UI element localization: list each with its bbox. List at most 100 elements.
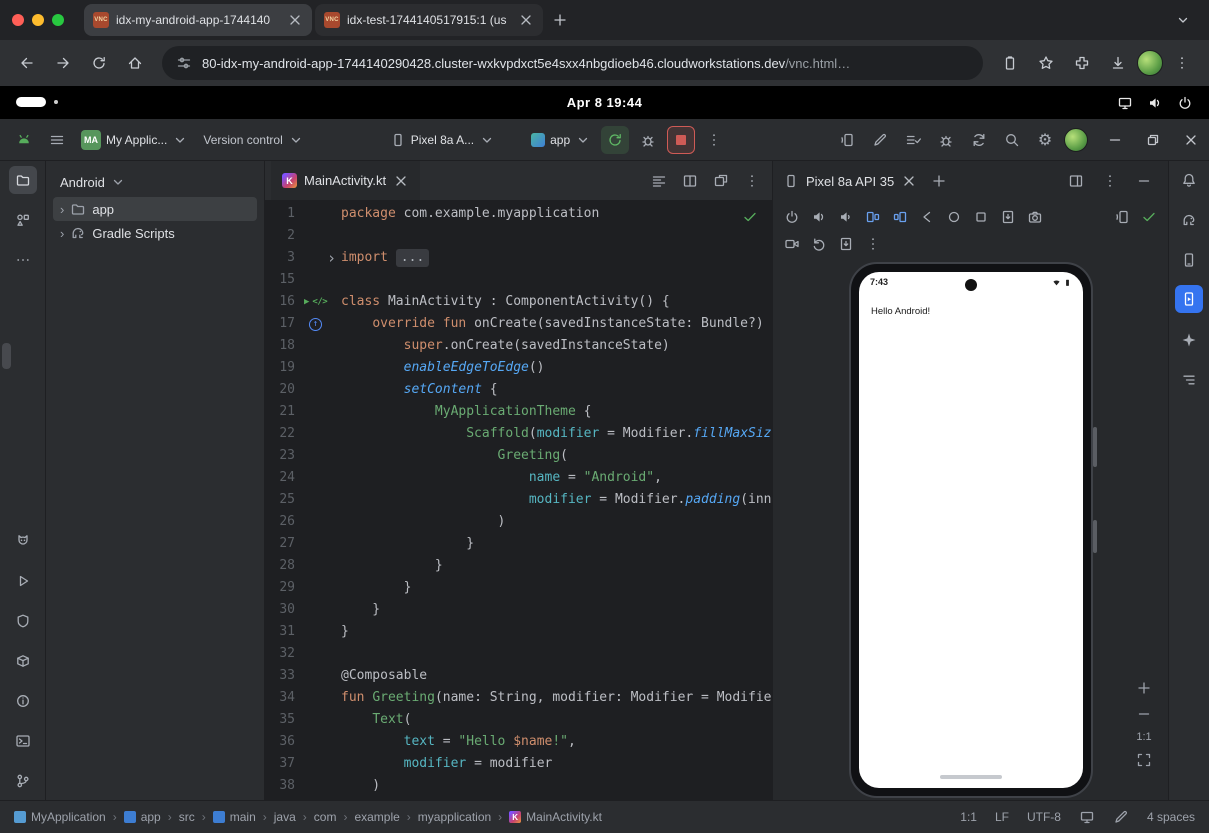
screenshot-button[interactable] <box>995 204 1021 230</box>
app-inspection-tool-button[interactable] <box>9 647 37 675</box>
emulator-screen[interactable]: 7:43 Hello Android! <box>859 272 1083 788</box>
code-editor[interactable]: 1package com.example.myapplication23›imp… <box>265 201 772 800</box>
device-more-button[interactable] <box>860 231 886 257</box>
device-tab-close-button[interactable] <box>901 173 917 189</box>
reload-button[interactable] <box>82 46 116 80</box>
tab-close-button[interactable] <box>287 12 303 28</box>
browser-menu-button[interactable] <box>1165 46 1199 80</box>
back-button[interactable] <box>10 46 44 80</box>
display-mode-button[interactable] <box>1109 204 1135 230</box>
zoom-out-button[interactable] <box>1134 705 1154 723</box>
device-power-button[interactable] <box>779 204 805 230</box>
fold-right-button[interactable] <box>887 204 913 230</box>
hide-panel-button[interactable] <box>1130 167 1158 195</box>
add-device-button[interactable] <box>925 167 953 195</box>
compose-gutter-icon[interactable]: </> <box>312 291 327 313</box>
problems-tool-button[interactable] <box>9 687 37 715</box>
resource-manager-tool-button[interactable] <box>9 206 37 234</box>
app-quality-insights-tool-button[interactable] <box>9 607 37 635</box>
project-view-selector[interactable]: Android <box>46 167 264 197</box>
logcat-tool-button[interactable] <box>9 526 37 554</box>
expand-chevron-icon[interactable]: › <box>60 227 64 240</box>
new-tab-button[interactable] <box>546 6 574 34</box>
gutter-slot[interactable]: ↑ <box>295 313 341 335</box>
camera-button[interactable] <box>1022 204 1048 230</box>
browser-tab-inactive[interactable]: VNC idx-test-1744140517915:1 (us <box>315 4 543 36</box>
ide-profile-avatar[interactable] <box>1064 128 1088 152</box>
browser-tab-active[interactable]: VNC idx-my-android-app-1744140 <box>84 4 312 36</box>
file-encoding[interactable]: UTF-8 <box>1027 810 1061 824</box>
inspections-ok-icon[interactable] <box>742 209 758 233</box>
expand-chevron-icon[interactable]: › <box>60 203 64 216</box>
override-gutter-icon[interactable]: ↑ <box>309 318 322 331</box>
android-overview-button[interactable] <box>968 204 994 230</box>
share-clipboard-button[interactable] <box>993 46 1027 80</box>
tool-window-handle[interactable] <box>2 343 11 369</box>
gemini-button[interactable] <box>866 126 894 154</box>
breadcrumb-item[interactable]: src <box>179 810 195 824</box>
remote-display-icon[interactable] <box>1079 809 1095 825</box>
android-back-button[interactable] <box>914 204 940 230</box>
main-menu-button[interactable] <box>43 126 71 154</box>
gradle-sync-button[interactable] <box>965 126 993 154</box>
more-run-actions-button[interactable] <box>700 126 728 154</box>
volume-up-button[interactable] <box>806 204 832 230</box>
panel-options-button[interactable] <box>1096 167 1124 195</box>
restore-icon[interactable] <box>1145 132 1161 148</box>
address-bar[interactable]: 80-idx-my-android-app-1744140290428.clus… <box>162 46 983 80</box>
editor-tab-mainactivity[interactable]: K MainActivity.kt <box>271 161 420 200</box>
gutter-slot[interactable]: › <box>295 247 341 269</box>
volume-down-button[interactable] <box>833 204 859 230</box>
device-tab[interactable]: Pixel 8a API 35 <box>783 173 917 189</box>
gradle-tool-button[interactable] <box>1175 206 1203 234</box>
device-streaming-button[interactable] <box>833 126 861 154</box>
device-selector[interactable]: Pixel 8a A... <box>385 126 500 154</box>
forward-button[interactable] <box>46 46 80 80</box>
caret-position[interactable]: 1:1 <box>960 810 977 824</box>
run-tool-button[interactable] <box>9 567 37 595</box>
project-tool-button[interactable] <box>9 166 37 194</box>
run-button[interactable] <box>601 126 629 154</box>
minimize-icon[interactable] <box>1107 132 1123 148</box>
breadcrumb-item[interactable]: myapplication <box>418 810 491 824</box>
breadcrumb-item[interactable]: app <box>124 810 161 824</box>
reset-view-button[interactable] <box>806 231 832 257</box>
line-separator[interactable]: LF <box>995 810 1009 824</box>
extensions-button[interactable] <box>1065 46 1099 80</box>
version-control-tool-button[interactable] <box>9 767 37 795</box>
project-tree-item-app[interactable]: › app <box>53 197 257 221</box>
vcs-widget[interactable]: Version control <box>198 126 308 154</box>
layout-options-button[interactable] <box>1062 167 1090 195</box>
gemini-tool-button[interactable] <box>1175 326 1203 354</box>
structure-tool-button[interactable] <box>1175 366 1203 394</box>
breadcrumb-item[interactable]: KMainActivity.kt <box>509 810 602 824</box>
terminal-tool-button[interactable] <box>9 727 37 755</box>
stop-button[interactable] <box>667 126 695 154</box>
editor-options-button[interactable] <box>738 167 766 195</box>
breadcrumb-item[interactable]: main <box>213 810 256 824</box>
zoom-fit-button[interactable] <box>1134 751 1154 769</box>
project-tree-item-gradle-scripts[interactable]: › Gradle Scripts <box>53 221 257 245</box>
split-editor-button[interactable] <box>676 167 704 195</box>
settings-button[interactable]: ⚙ <box>1031 126 1059 154</box>
detach-editor-button[interactable] <box>707 167 735 195</box>
breadcrumb-item[interactable]: java <box>274 810 296 824</box>
bookmark-button[interactable] <box>1029 46 1063 80</box>
breadcrumb-item[interactable]: example <box>354 810 399 824</box>
downloads-button[interactable] <box>1101 46 1135 80</box>
device-manager-tool-button[interactable] <box>1175 246 1203 274</box>
snapshot-button[interactable] <box>833 231 859 257</box>
fold-left-button[interactable] <box>860 204 886 230</box>
tab-search-button[interactable] <box>1169 6 1197 34</box>
fold-gutter-icon[interactable]: › <box>327 251 336 266</box>
minimize-window-button[interactable] <box>32 14 44 26</box>
browser-profile-avatar[interactable] <box>1137 50 1163 76</box>
running-devices-tool-button[interactable] <box>1175 285 1203 313</box>
editor-list-button[interactable] <box>645 167 673 195</box>
notifications-tool-button[interactable] <box>1175 166 1203 194</box>
tab-close-button[interactable] <box>518 12 534 28</box>
breadcrumb-item[interactable]: com <box>314 810 337 824</box>
run-gutter-icon[interactable]: ▶ <box>304 298 309 307</box>
run-configuration-selector[interactable]: app <box>526 126 596 154</box>
task-list-button[interactable] <box>899 126 927 154</box>
